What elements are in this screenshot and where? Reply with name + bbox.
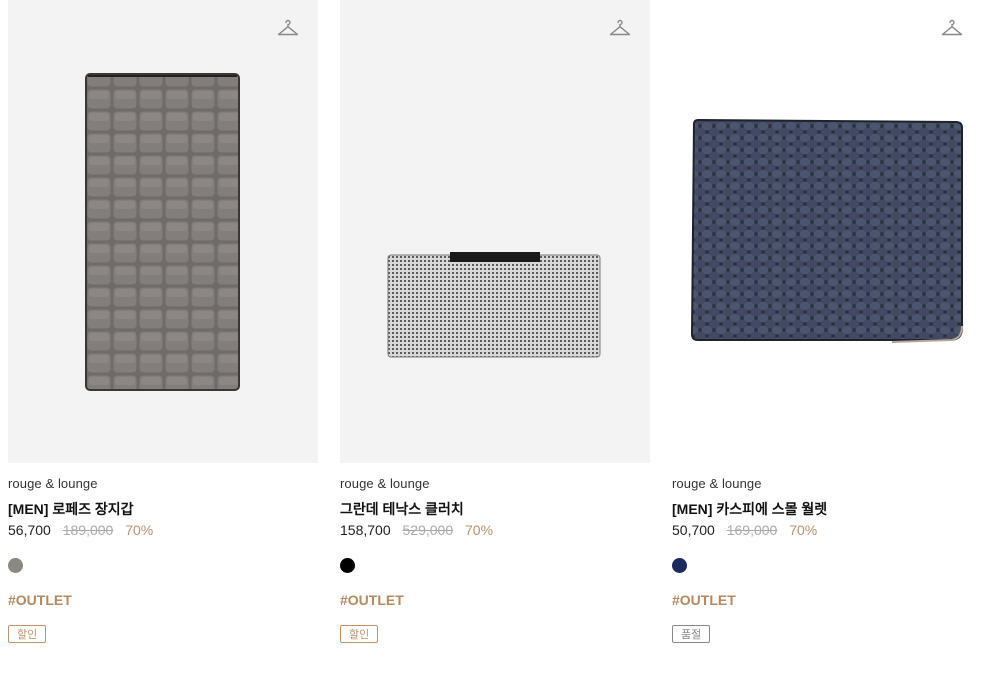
silver-mesh-clutch-image (387, 252, 601, 358)
sale-price: 56,700 (8, 522, 51, 538)
discount-rate: 70% (789, 522, 818, 538)
price-row: 56,700 189,000 70% (8, 522, 153, 538)
color-swatch[interactable] (340, 558, 355, 573)
sale-price: 158,700 (340, 522, 391, 538)
product-grid: rouge & lounge [MEN] 로페즈 장지갑 56,700 189,… (8, 0, 993, 675)
product-card[interactable]: rouge & lounge 그란데 테낙스 클러치 158,700 529,0… (340, 0, 650, 675)
hanger-icon[interactable] (276, 16, 300, 40)
product-image[interactable] (8, 0, 318, 463)
product-name[interactable]: 그란데 테낙스 클러치 (340, 499, 464, 519)
hanger-icon[interactable] (940, 16, 964, 40)
discount-rate: 70% (465, 522, 494, 538)
original-price: 189,000 (62, 522, 114, 538)
navy-snake-bifold-wallet-image (690, 118, 963, 343)
brand-name: rouge & lounge (340, 476, 430, 491)
product-name[interactable]: [MEN] 로페즈 장지갑 (8, 499, 134, 519)
outlet-tag[interactable]: #OUTLET (672, 592, 736, 608)
color-swatch[interactable] (8, 558, 23, 573)
original-price: 529,000 (402, 522, 454, 538)
price-row: 50,700 169,000 70% (672, 522, 817, 538)
original-price: 169,000 (726, 522, 778, 538)
gray-croc-long-wallet-image (85, 73, 240, 391)
outlet-tag[interactable]: #OUTLET (340, 592, 404, 608)
price-row: 158,700 529,000 70% (340, 522, 493, 538)
discount-rate: 70% (125, 522, 154, 538)
brand-name: rouge & lounge (8, 476, 98, 491)
status-badge: 할인 (8, 625, 47, 643)
product-card[interactable]: rouge & lounge [MEN] 카스피에 스몰 월렛 50,700 1… (672, 0, 982, 675)
status-badge: 품절 (672, 625, 711, 643)
hanger-icon[interactable] (608, 16, 632, 40)
product-card[interactable]: rouge & lounge [MEN] 로페즈 장지갑 56,700 189,… (8, 0, 318, 675)
product-name[interactable]: [MEN] 카스피에 스몰 월렛 (672, 499, 827, 519)
product-image[interactable] (672, 0, 982, 463)
sale-price: 50,700 (672, 522, 715, 538)
product-image[interactable] (340, 0, 650, 463)
outlet-tag[interactable]: #OUTLET (8, 592, 72, 608)
status-badge: 할인 (340, 625, 379, 643)
brand-name: rouge & lounge (672, 476, 762, 491)
color-swatch[interactable] (672, 558, 687, 573)
